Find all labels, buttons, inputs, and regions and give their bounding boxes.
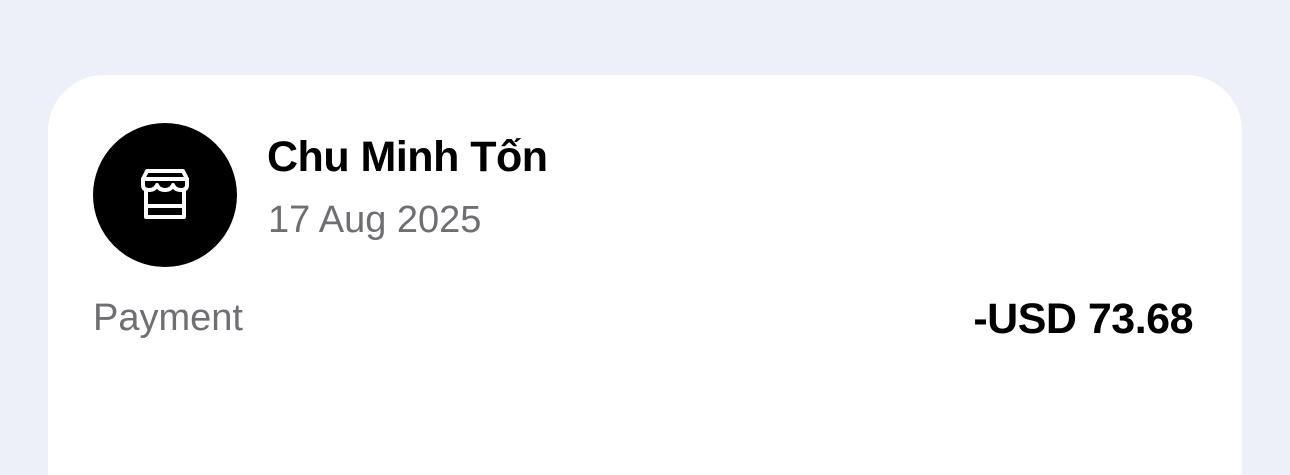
merchant-name: Chu Minh Tốn — [267, 133, 548, 181]
transaction-amount: -USD 73.68 — [973, 295, 1193, 343]
transaction-type: Payment — [93, 297, 243, 339]
storefront-icon — [135, 165, 195, 225]
transaction-card[interactable]: Chu Minh Tốn 17 Aug 2025 Payment -USD 73… — [48, 75, 1242, 475]
transaction-date: 17 Aug 2025 — [268, 199, 482, 241]
merchant-avatar — [93, 123, 237, 267]
